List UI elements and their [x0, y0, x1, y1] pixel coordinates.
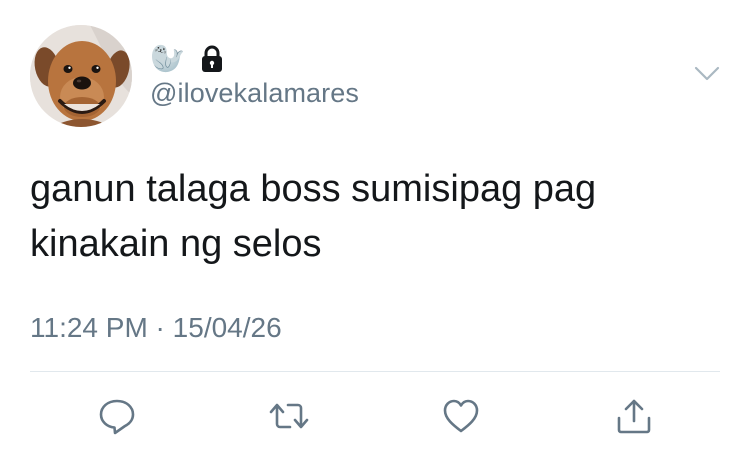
retweet-button[interactable]	[268, 395, 310, 437]
dog-avatar-image	[30, 25, 132, 127]
share-button[interactable]	[613, 395, 655, 437]
tweet-text: ganun talaga boss sumisipag pag kinakain…	[30, 162, 710, 272]
retweet-icon	[268, 396, 310, 436]
reply-button[interactable]	[96, 395, 138, 437]
reply-icon	[97, 396, 137, 436]
like-button[interactable]	[440, 395, 482, 437]
tweet-text-line: ganun talaga boss sumisipag pag	[30, 168, 597, 210]
tweet-time: 11:24 PM	[30, 312, 148, 343]
divider	[30, 371, 720, 372]
tweet-timestamp[interactable]: 11:24 PM · 15/04/26	[30, 312, 282, 344]
lock-icon	[199, 45, 225, 73]
display-name-row: 🦭	[150, 42, 225, 76]
meta-separator: ·	[147, 312, 173, 343]
heart-icon	[441, 396, 481, 436]
avatar[interactable]	[30, 25, 132, 127]
user-handle[interactable]: @ilovekalamares	[150, 78, 359, 109]
share-icon	[614, 396, 654, 436]
chevron-down-icon[interactable]	[693, 64, 721, 84]
seal-emoji: 🦭	[150, 42, 185, 75]
tweet-date: 15/04/26	[172, 312, 282, 343]
tweet-text-line: kinakain ng selos	[30, 223, 322, 265]
